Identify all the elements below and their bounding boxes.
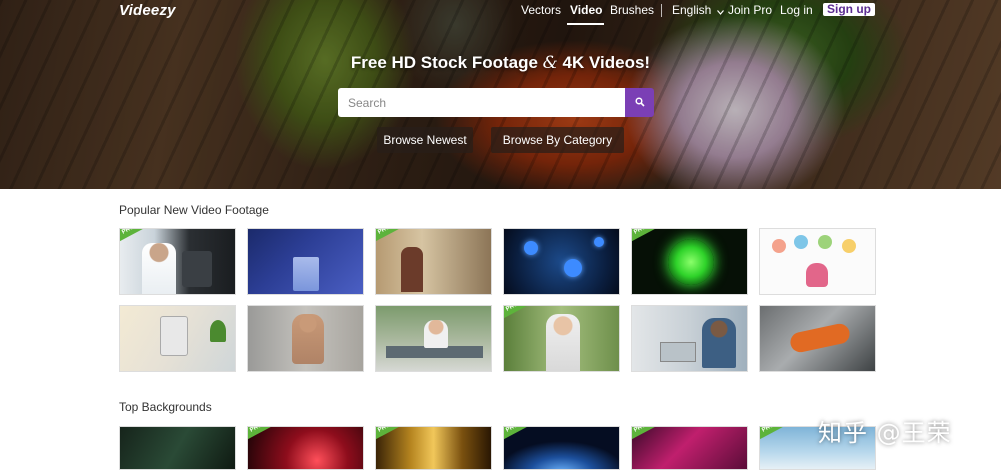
pro-badge: PRO bbox=[248, 427, 272, 440]
pro-badge: PRO bbox=[120, 229, 144, 242]
headline-part1: Free HD Stock Footage bbox=[350, 53, 538, 72]
woman-figure bbox=[546, 314, 580, 371]
microscope-shape bbox=[182, 251, 212, 287]
pro-badge: PRO bbox=[632, 229, 656, 242]
pro-badge: PRO bbox=[504, 306, 528, 319]
plant-shape bbox=[210, 320, 226, 342]
man-figure bbox=[292, 314, 324, 364]
illustration-icon bbox=[842, 239, 856, 253]
signup-button[interactable]: Sign up bbox=[823, 3, 875, 16]
video-thumbnail[interactable]: PRO bbox=[503, 305, 620, 372]
glass-shape bbox=[293, 257, 319, 291]
search-bar bbox=[338, 88, 654, 117]
video-thumbnail[interactable] bbox=[631, 305, 748, 372]
nav-login[interactable]: Log in bbox=[780, 3, 813, 17]
search-button[interactable] bbox=[625, 88, 654, 117]
hero-headline: Free HD Stock Footage & 4K Videos! bbox=[0, 53, 1001, 73]
video-thumbnail[interactable] bbox=[503, 228, 620, 295]
video-thumbnail[interactable] bbox=[119, 305, 236, 372]
watermark-text: 知乎 @王荣 bbox=[818, 419, 952, 447]
pro-badge: PRO bbox=[504, 427, 528, 440]
nav-divider bbox=[661, 4, 662, 17]
search-input[interactable] bbox=[338, 88, 625, 117]
worker-figure bbox=[401, 247, 423, 292]
background-thumbnail[interactable]: PRO bbox=[247, 426, 364, 470]
nav-language-label: English bbox=[672, 3, 712, 17]
search-icon bbox=[634, 94, 645, 112]
background-thumbnail[interactable]: PRO bbox=[631, 426, 748, 470]
video-thumbnail[interactable]: PRO bbox=[631, 228, 748, 295]
nav-join-pro[interactable]: Join Pro bbox=[728, 3, 772, 17]
chevron-down-icon bbox=[716, 4, 724, 18]
video-thumbnail[interactable]: PRO bbox=[375, 228, 492, 295]
nav-active-indicator bbox=[567, 23, 604, 25]
illustration-person bbox=[806, 263, 828, 287]
pro-badge: PRO bbox=[760, 427, 784, 440]
illustration-icon bbox=[818, 235, 832, 249]
illustration-icon bbox=[794, 235, 808, 249]
browse-newest-button[interactable]: Browse Newest bbox=[377, 127, 473, 153]
illustration-icon bbox=[772, 239, 786, 253]
pro-badge: PRO bbox=[376, 427, 400, 440]
browse-category-button[interactable]: Browse By Category bbox=[491, 127, 624, 153]
virus-cell bbox=[564, 259, 582, 277]
video-thumbnail[interactable] bbox=[375, 305, 492, 372]
laptop-shape bbox=[660, 342, 696, 362]
video-thumbnail[interactable] bbox=[247, 228, 364, 295]
nav-brushes[interactable]: Brushes bbox=[610, 3, 654, 17]
headline-part2: 4K Videos! bbox=[562, 53, 651, 72]
microscope-shape bbox=[160, 316, 188, 356]
scientist-figure bbox=[142, 243, 176, 294]
video-thumbnail[interactable]: PRO bbox=[119, 228, 236, 295]
glove-shape bbox=[788, 321, 852, 355]
background-thumbnail[interactable] bbox=[119, 426, 236, 470]
section-title-popular: Popular New Video Footage bbox=[119, 203, 269, 217]
pro-badge: PRO bbox=[632, 427, 656, 440]
green-virus-orb bbox=[668, 239, 714, 285]
pro-badge: PRO bbox=[376, 229, 400, 242]
video-thumbnail[interactable] bbox=[759, 305, 876, 372]
nav-video[interactable]: Video bbox=[570, 3, 602, 17]
background-thumbnail[interactable]: PRO bbox=[375, 426, 492, 470]
video-thumbnail[interactable] bbox=[247, 305, 364, 372]
section-title-backgrounds: Top Backgrounds bbox=[119, 400, 212, 414]
virus-cell bbox=[524, 241, 538, 255]
woman-figure bbox=[424, 320, 448, 348]
nav-language[interactable]: English bbox=[672, 3, 724, 18]
video-thumbnail[interactable] bbox=[759, 228, 876, 295]
background-thumbnail[interactable]: PRO bbox=[503, 426, 620, 470]
virus-cell bbox=[594, 237, 604, 247]
man-figure bbox=[702, 318, 736, 368]
headline-amp: & bbox=[542, 53, 558, 73]
nav-vectors[interactable]: Vectors bbox=[521, 3, 561, 17]
